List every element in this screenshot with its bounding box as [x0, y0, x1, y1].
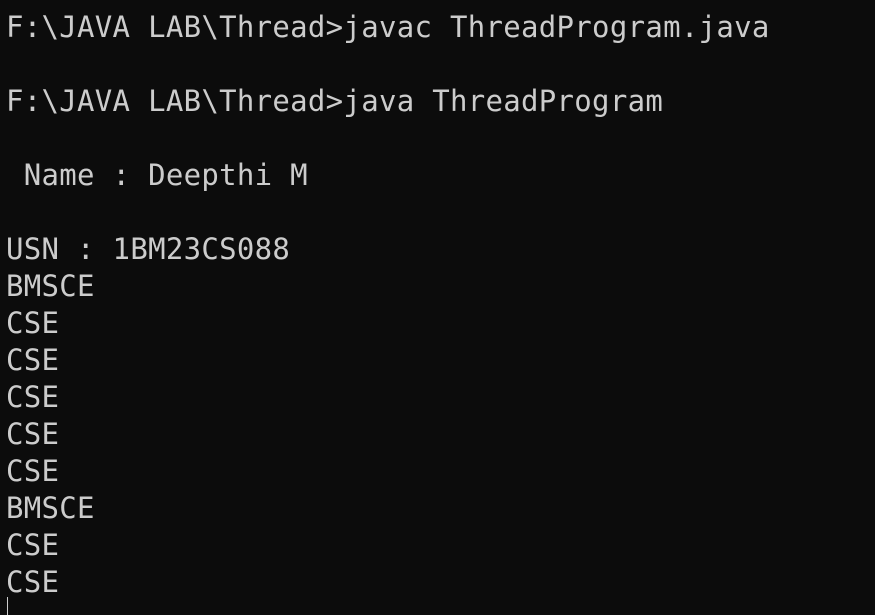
- output-name: Name : Deepthi M: [6, 158, 308, 192]
- output-usn: USN : 1BM23CS088: [6, 232, 291, 266]
- output-line: CSE: [6, 417, 60, 451]
- output-line: CSE: [6, 454, 60, 488]
- output-line: CSE: [6, 528, 60, 562]
- text-cursor: [7, 597, 8, 615]
- output-line: CSE: [6, 565, 60, 599]
- command-line-java: F:\JAVA LAB\Thread>java ThreadProgram: [6, 84, 664, 118]
- output-line: CSE: [6, 380, 60, 414]
- command-line-javac: F:\JAVA LAB\Thread>javac ThreadProgram.j…: [6, 10, 770, 44]
- output-line: CSE: [6, 343, 60, 377]
- output-line: BMSCE: [6, 269, 95, 303]
- output-line: BMSCE: [6, 491, 95, 525]
- output-line: CSE: [6, 306, 60, 340]
- terminal-window[interactable]: F:\JAVA LAB\Thread>javac ThreadProgram.j…: [0, 0, 875, 615]
